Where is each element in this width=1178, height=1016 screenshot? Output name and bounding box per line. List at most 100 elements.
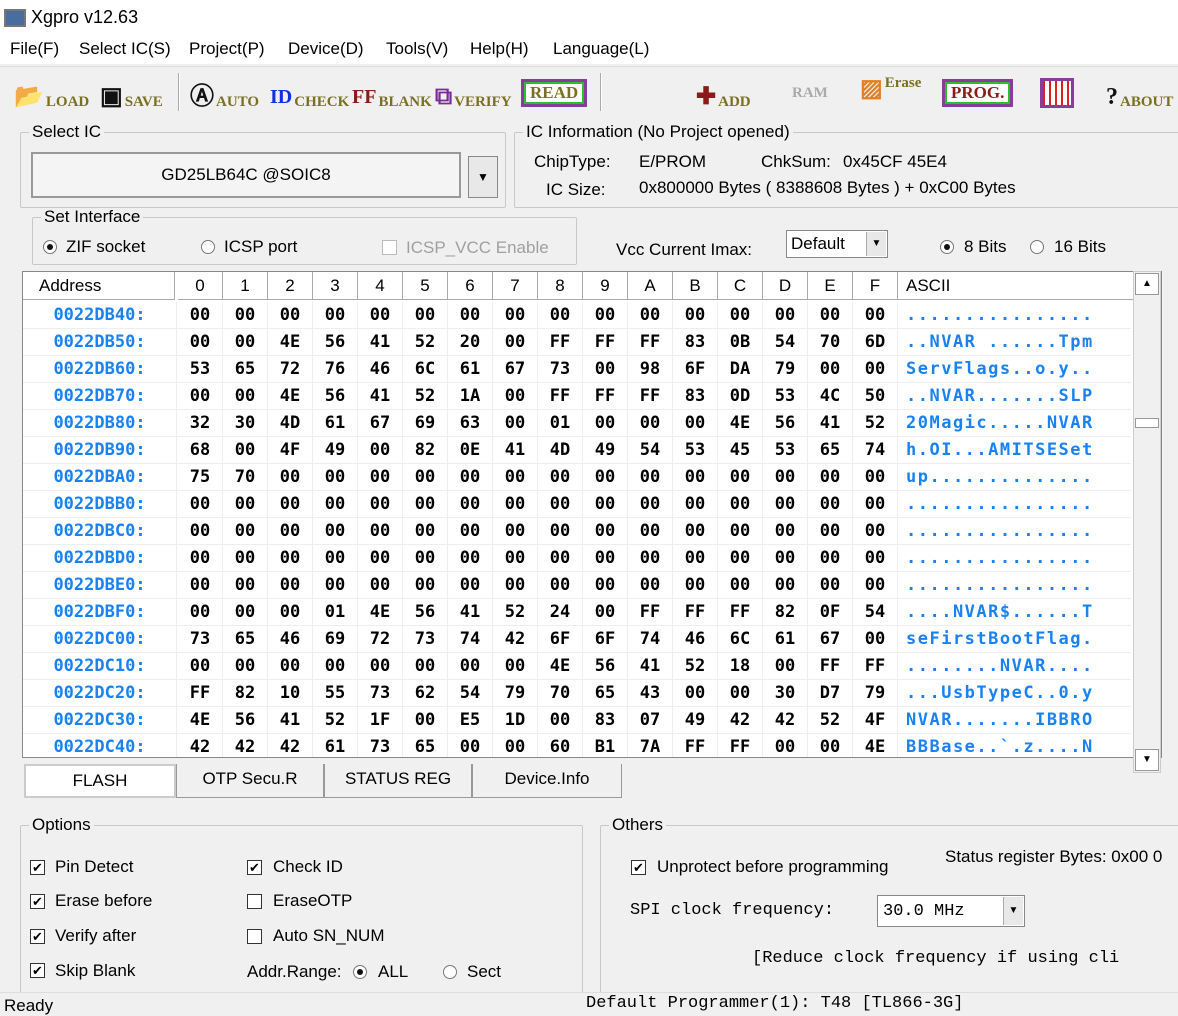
hex-byte-cell[interactable]: 1F xyxy=(358,707,403,734)
hex-byte-cell[interactable]: 00 xyxy=(763,572,808,599)
hex-byte-cell[interactable]: 00 xyxy=(313,464,358,491)
hex-byte-cell[interactable]: 75 xyxy=(178,464,223,491)
menu-language[interactable]: Language(L) xyxy=(553,39,649,59)
hex-byte-cell[interactable]: 6F xyxy=(538,626,583,653)
hex-byte-cell[interactable]: 00 xyxy=(178,302,223,329)
hex-byte-cell[interactable]: 53 xyxy=(763,383,808,410)
hex-row[interactable]: 0022DB50: 00 00 4E 56 41 52 20 00 FF FF FF 83 0B 54 70 6… xyxy=(23,329,1131,356)
hex-byte-cell[interactable]: 00 xyxy=(178,329,223,356)
hex-byte-cell[interactable]: 74 xyxy=(628,626,673,653)
verify-button[interactable]: ⧉ VERIFY xyxy=(435,75,512,111)
erase-otp-checkbox[interactable] xyxy=(247,894,262,909)
hex-byte-cell[interactable]: FF xyxy=(808,653,853,680)
chip-pins-button[interactable] xyxy=(1040,75,1074,111)
hex-byte-cell[interactable]: 00 xyxy=(718,302,763,329)
scroll-down-button[interactable]: ▼ xyxy=(1135,749,1159,771)
hex-byte-cell[interactable]: 53 xyxy=(178,356,223,383)
hex-byte-cell[interactable]: 79 xyxy=(763,356,808,383)
hex-byte-cell[interactable]: 00 xyxy=(673,302,718,329)
hex-byte-cell[interactable]: 83 xyxy=(673,329,718,356)
hex-byte-cell[interactable]: 00 xyxy=(178,545,223,572)
hex-byte-cell[interactable]: 4E xyxy=(538,653,583,680)
hex-byte-cell[interactable]: 00 xyxy=(223,302,268,329)
hex-byte-cell[interactable]: 00 xyxy=(493,518,538,545)
hex-byte-cell[interactable]: 00 xyxy=(223,599,268,626)
hex-byte-cell[interactable]: 46 xyxy=(268,626,313,653)
hex-byte-cell[interactable]: 00 xyxy=(808,545,853,572)
hex-byte-cell[interactable]: 65 xyxy=(223,626,268,653)
hex-byte-cell[interactable]: 30 xyxy=(223,410,268,437)
menu-help[interactable]: Help(H) xyxy=(470,39,529,59)
hex-byte-cell[interactable]: 00 xyxy=(583,410,628,437)
hex-byte-cell[interactable]: 00 xyxy=(763,545,808,572)
menu-select-ic[interactable]: Select IC(S) xyxy=(79,39,171,59)
hex-byte-cell[interactable]: 82 xyxy=(403,437,448,464)
hex-byte-cell[interactable]: 52 xyxy=(673,653,718,680)
hex-byte-cell[interactable]: 00 xyxy=(853,356,898,383)
hex-byte-cell[interactable]: 6D xyxy=(853,329,898,356)
hex-byte-cell[interactable]: 00 xyxy=(313,653,358,680)
hex-byte-cell[interactable]: 4E xyxy=(853,734,898,757)
hex-byte-cell[interactable]: FF xyxy=(628,329,673,356)
hex-byte-cell[interactable]: 00 xyxy=(313,302,358,329)
hex-byte-cell[interactable]: 00 xyxy=(268,491,313,518)
icsp-vcc-checkbox[interactable] xyxy=(382,240,397,255)
hex-byte-cell[interactable]: 00 xyxy=(628,545,673,572)
hex-byte-cell[interactable]: FF xyxy=(673,734,718,757)
menu-file[interactable]: File(F) xyxy=(10,39,59,59)
hex-byte-cell[interactable]: 41 xyxy=(493,437,538,464)
hex-byte-cell[interactable]: 52 xyxy=(313,707,358,734)
hex-byte-cell[interactable]: 00 xyxy=(268,518,313,545)
hex-byte-cell[interactable]: 7A xyxy=(628,734,673,757)
hex-byte-cell[interactable]: 83 xyxy=(673,383,718,410)
hex-byte-cell[interactable]: 00 xyxy=(583,464,628,491)
hex-byte-cell[interactable]: 00 xyxy=(673,410,718,437)
auto-button[interactable]: Ⓐ AUTO xyxy=(190,75,259,111)
hex-byte-cell[interactable]: FF xyxy=(538,329,583,356)
hex-byte-cell[interactable]: D7 xyxy=(808,680,853,707)
hex-byte-cell[interactable]: 00 xyxy=(583,491,628,518)
hex-byte-cell[interactable]: 41 xyxy=(448,599,493,626)
hex-byte-cell[interactable]: 00 xyxy=(178,383,223,410)
hex-byte-cell[interactable]: 52 xyxy=(853,410,898,437)
hex-byte-cell[interactable]: FF xyxy=(853,653,898,680)
hex-byte-cell[interactable]: 69 xyxy=(403,410,448,437)
hex-byte-cell[interactable]: 00 xyxy=(403,653,448,680)
hex-byte-cell[interactable]: 46 xyxy=(673,626,718,653)
hex-byte-cell[interactable]: 00 xyxy=(313,491,358,518)
hex-byte-cell[interactable]: 00 xyxy=(313,572,358,599)
hex-byte-cell[interactable]: 72 xyxy=(358,626,403,653)
erase-button[interactable]: ▨ Erase xyxy=(860,75,921,111)
hex-byte-cell[interactable]: 65 xyxy=(808,437,853,464)
hex-byte-cell[interactable]: 00 xyxy=(583,356,628,383)
hex-byte-cell[interactable]: 6C xyxy=(403,356,448,383)
hex-row[interactable]: 0022DB90: 68 00 4F 49 00 82 0E 41 4D 49 54 53 45 53 65 7… xyxy=(23,437,1131,464)
hex-byte-cell[interactable]: 00 xyxy=(808,518,853,545)
tab-device-info[interactable]: Device.Info xyxy=(472,764,622,798)
hex-byte-cell[interactable]: 53 xyxy=(673,437,718,464)
hex-byte-cell[interactable]: FF xyxy=(583,329,628,356)
hex-byte-cell[interactable]: 00 xyxy=(268,572,313,599)
hex-byte-cell[interactable]: E5 xyxy=(448,707,493,734)
hex-byte-cell[interactable]: 1A xyxy=(448,383,493,410)
zif-socket-radio[interactable] xyxy=(43,240,57,254)
hex-byte-cell[interactable]: 00 xyxy=(268,302,313,329)
hex-byte-cell[interactable]: 49 xyxy=(673,707,718,734)
hex-byte-cell[interactable]: 00 xyxy=(358,518,403,545)
hex-byte-cell[interactable]: 54 xyxy=(628,437,673,464)
hex-byte-cell[interactable]: 00 xyxy=(223,572,268,599)
hex-byte-cell[interactable]: 00 xyxy=(223,383,268,410)
tab-flash[interactable]: FLASH xyxy=(24,764,176,798)
hex-byte-cell[interactable]: 00 xyxy=(628,491,673,518)
unprotect-checkbox[interactable]: ✔ xyxy=(631,860,646,875)
hex-byte-cell[interactable]: 79 xyxy=(853,680,898,707)
hex-byte-cell[interactable]: 00 xyxy=(583,518,628,545)
hex-byte-cell[interactable]: 00 xyxy=(853,518,898,545)
hex-byte-cell[interactable]: 00 xyxy=(403,572,448,599)
hex-byte-cell[interactable]: 00 xyxy=(763,491,808,518)
hex-byte-cell[interactable]: 00 xyxy=(268,545,313,572)
pin-detect-checkbox[interactable]: ✔ xyxy=(30,860,45,875)
hex-byte-cell[interactable]: 56 xyxy=(583,653,628,680)
ram-button[interactable]: RAM xyxy=(792,75,828,111)
hex-byte-cell[interactable]: 01 xyxy=(313,599,358,626)
